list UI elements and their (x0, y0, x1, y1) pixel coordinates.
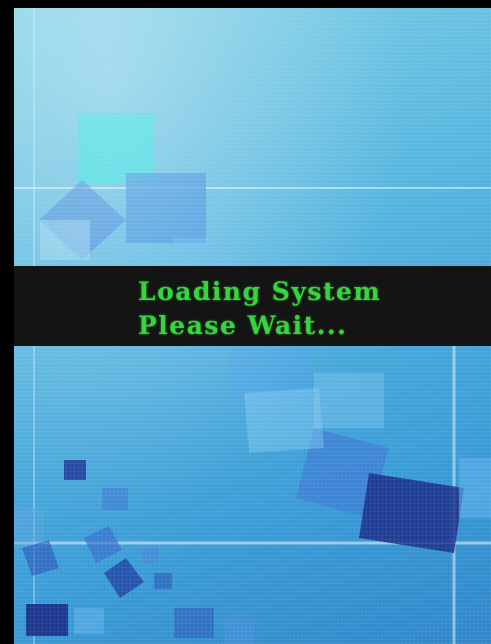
loading-banner: Loading System Please Wait... (14, 266, 491, 346)
please-wait-text: Please Wait... (138, 311, 348, 340)
loading-status-text: Loading System (138, 277, 382, 306)
device-bezel: Loading System Please Wait... (0, 0, 491, 644)
lcd-screen: Loading System Please Wait... (14, 8, 491, 644)
